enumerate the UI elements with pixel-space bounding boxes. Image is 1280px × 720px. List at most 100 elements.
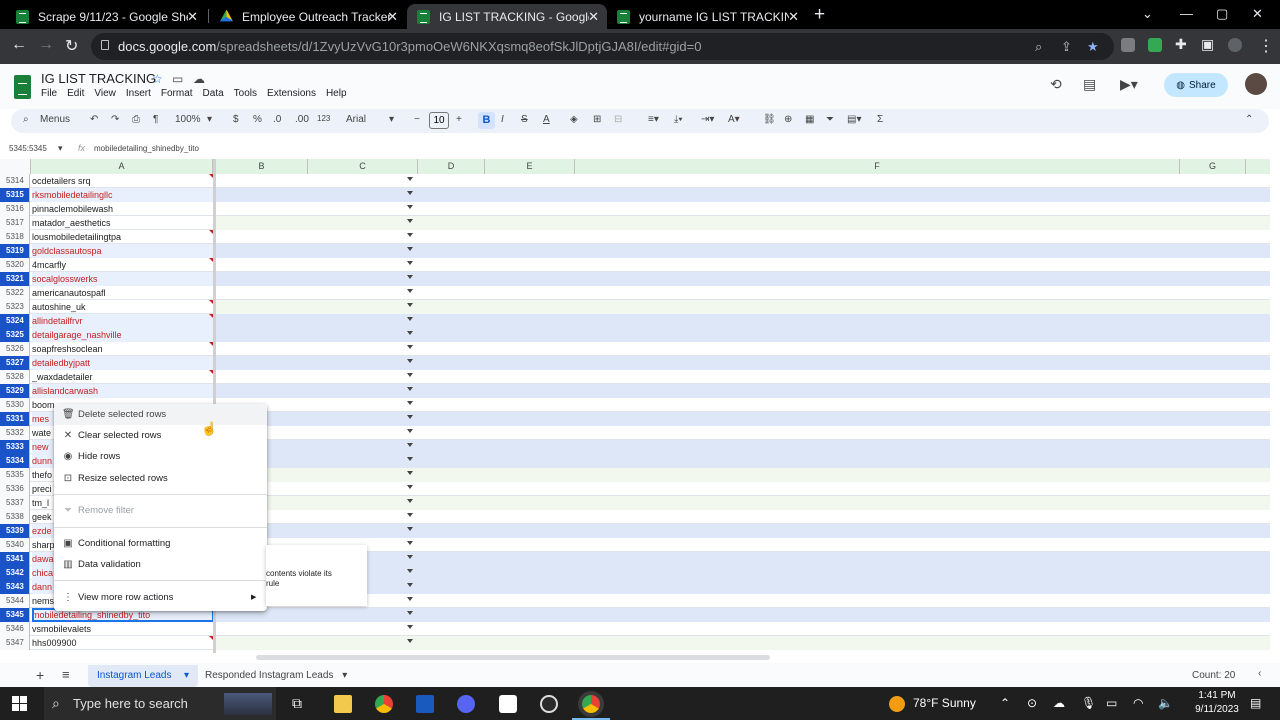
row-number[interactable]: 5315 [0,188,30,202]
redo-icon[interactable]: ↷ [111,114,119,125]
search-menus-input[interactable]: Menus [40,114,70,125]
row-number[interactable]: 5347 [0,636,30,650]
print-icon[interactable]: ⎙ [132,114,140,125]
menu-help[interactable]: Help [326,88,347,99]
align-icon[interactable]: ≡▾ [648,114,659,125]
row-number[interactable]: 5335 [0,468,30,482]
tab-search-icon[interactable]: ⌄ [1142,6,1153,22]
row-number[interactable]: 5326 [0,342,30,356]
row-cells-b-to-g[interactable] [216,496,1270,510]
dropdown-arrow-icon[interactable] [407,205,413,209]
menu-view[interactable]: View [94,88,116,99]
dropdown-arrow-icon[interactable] [407,345,413,349]
taskbar-clock[interactable]: 1:41 PM 9/11/2023 [1192,689,1242,717]
horizontal-scrollbar[interactable] [256,655,770,660]
table-row[interactable]: 5317 matador_aesthetics [0,216,1270,230]
dropdown-arrow-icon[interactable] [407,555,413,559]
move-folder-icon[interactable]: ▭ [172,72,183,86]
dropdown-arrow-icon[interactable] [407,401,413,405]
row-cells-b-to-g[interactable] [216,426,1270,440]
table-row[interactable]: 5327 detailedbyjpatt [0,356,1270,370]
menu-item-data-validation[interactable]: ▥ Data validation [54,554,267,575]
file-explorer-icon[interactable] [334,695,352,713]
functions-icon[interactable]: Σ [877,114,883,125]
column-header-g[interactable]: G [1180,159,1246,174]
dropdown-arrow-icon[interactable] [407,485,413,489]
tray-app-icon[interactable]: ⊙ [1027,696,1037,710]
chrome-menu-icon[interactable]: ⋮ [1258,36,1274,56]
row-cells-b-to-g[interactable] [216,314,1270,328]
formula-input[interactable]: mobiledetailing_shinedby_tito [94,144,199,153]
browser-tab[interactable]: Employee Outreach Trackers - Go ✕ [210,4,406,29]
back-icon[interactable]: ← [11,36,27,54]
row-number[interactable]: 5343 [0,580,30,594]
avatar[interactable] [1245,73,1267,95]
close-icon[interactable]: ✕ [187,9,198,25]
dropdown-arrow-icon[interactable] [407,597,413,601]
row-number[interactable]: 5339 [0,524,30,538]
windows-start-icon[interactable] [12,696,27,711]
dropdown-arrow-icon[interactable] [407,611,413,615]
collapse-toolbar-icon[interactable]: ⌃ [1245,114,1253,125]
insert-link-icon[interactable]: ⛓ [763,114,776,125]
row-number[interactable]: 5334 [0,454,30,468]
increase-font-size-icon[interactable]: + [456,114,462,125]
borders-icon[interactable]: ⊞ [593,114,601,125]
column-header-d[interactable]: D [418,159,485,174]
battery-icon[interactable]: ▭ [1106,696,1117,710]
cell-a[interactable]: autoshine_uk [32,300,214,314]
text-wrap-icon[interactable]: ⇥▾ [701,114,714,125]
row-number[interactable]: 5336 [0,482,30,496]
chevron-up-icon[interactable]: ⌃ [1000,696,1010,710]
menu-data[interactable]: Data [203,88,224,99]
maximize-icon[interactable]: ▢ [1216,6,1228,22]
close-icon[interactable]: ✕ [387,9,398,25]
number-format-button[interactable]: 123 [317,114,330,123]
row-cells-b-to-g[interactable] [216,174,1270,188]
bold-button[interactable]: B [478,112,495,129]
row-cells-b-to-g[interactable] [216,482,1270,496]
italic-icon[interactable]: I [501,114,504,125]
font-size-input[interactable]: 10 [429,112,449,129]
menu-file[interactable]: File [41,88,57,99]
column-header-c[interactable]: C [308,159,418,174]
dropdown-arrow-icon[interactable] [407,387,413,391]
table-row[interactable]: 5328 _waxdadetailer [0,370,1270,384]
microphone-icon[interactable]: 🎙 [1081,696,1096,710]
minimize-icon[interactable]: — [1180,6,1193,21]
table-row[interactable]: 5326 soapfreshsoclean [0,342,1270,356]
row-number[interactable]: 5321 [0,272,30,286]
weather-text[interactable]: 78°F Sunny [913,696,976,710]
row-number[interactable]: 5329 [0,384,30,398]
cell-a[interactable]: pinnaclemobilewash [32,202,214,216]
table-row[interactable]: 5321 socalglosswerks [0,272,1270,286]
dropdown-arrow-icon[interactable] [407,457,413,461]
extensions-puzzle-icon[interactable]: ✚ [1175,36,1187,53]
cell-a[interactable]: ocdetailers srq [32,174,214,188]
row-number[interactable]: 5330 [0,398,30,412]
row-number[interactable]: 5327 [0,356,30,370]
increase-decimal-button[interactable]: .00 [295,114,309,125]
row-number[interactable]: 5319 [0,244,30,258]
row-number[interactable]: 5314 [0,174,30,188]
cell-a[interactable]: vsmobilevalets [32,622,214,636]
discord-icon[interactable] [457,695,475,713]
new-tab-button[interactable]: + [814,4,825,26]
dropdown-arrow-icon[interactable] [407,331,413,335]
bookmark-star-icon[interactable]: ★ [1087,39,1099,55]
cell-a[interactable]: lousmobiledetailingtpa [32,230,214,244]
row-number[interactable]: 5317 [0,216,30,230]
undo-icon[interactable]: ↶ [90,114,98,125]
table-row[interactable]: 5318 lousmobiledetailingtpa [0,230,1270,244]
row-cells-b-to-g[interactable] [216,258,1270,272]
menu-item-clear-rows[interactable]: ✕ Clear selected rows [54,425,267,446]
browser-tab[interactable]: yourname IG LIST TRACKING - Go ✕ [607,4,807,29]
table-row[interactable]: 5314 ocdetailers srq [0,174,1270,188]
cell-a[interactable]: detailgarage_nashville [32,328,214,342]
dropdown-arrow-icon[interactable] [407,289,413,293]
notion-icon[interactable] [499,695,517,713]
row-cells-b-to-g[interactable] [216,244,1270,258]
dropdown-arrow-icon[interactable] [407,639,413,643]
row-number[interactable]: 5345 [0,608,30,622]
menu-item-delete-rows[interactable]: 🗑 Delete selected rows [54,404,267,425]
